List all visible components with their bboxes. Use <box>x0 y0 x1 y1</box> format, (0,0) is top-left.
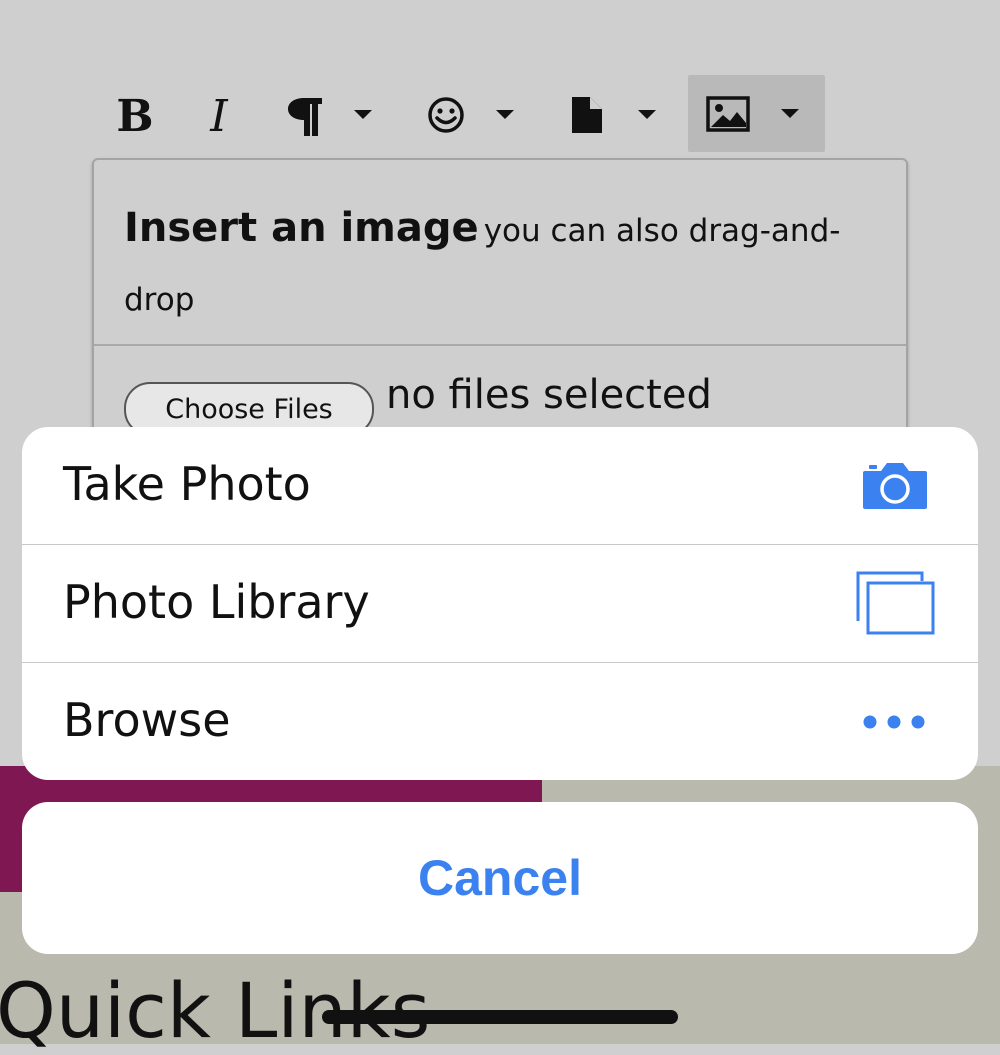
action-take-photo[interactable]: Take Photo <box>22 427 978 545</box>
dialog-title: Insert an image <box>124 205 479 251</box>
action-label: Photo Library <box>63 575 370 629</box>
cancel-label: Cancel <box>418 850 582 906</box>
action-label: Browse <box>63 693 231 747</box>
emoji-icon <box>428 97 464 133</box>
chevron-down-icon <box>354 110 372 119</box>
cancel-button[interactable]: Cancel <box>22 802 978 954</box>
home-indicator <box>322 1010 678 1024</box>
file-status-text: no files selected <box>386 372 712 418</box>
file-icon <box>572 97 602 133</box>
dialog-divider <box>94 344 906 346</box>
more-dots-icon <box>863 715 925 729</box>
action-browse[interactable]: Browse <box>22 663 978 780</box>
chevron-down-icon <box>496 110 514 119</box>
chevron-down-icon <box>781 109 799 118</box>
chevron-down-icon <box>638 110 656 119</box>
photo-library-icon <box>856 571 935 635</box>
file-button[interactable] <box>566 92 666 140</box>
paragraph-button[interactable] <box>282 92 382 140</box>
italic-button[interactable]: I <box>196 88 242 144</box>
action-label: Take Photo <box>63 457 311 511</box>
bold-button[interactable]: B <box>112 88 158 144</box>
image-icon <box>706 96 750 132</box>
image-button[interactable] <box>688 75 825 152</box>
emoji-button[interactable] <box>424 92 524 140</box>
photo-action-sheet: Take Photo Photo Library Browse <box>22 427 978 780</box>
dialog-header: Insert an image you can also drag-and-dr… <box>124 196 884 337</box>
insert-image-dialog: Insert an image you can also drag-and-dr… <box>92 158 908 462</box>
action-photo-library[interactable]: Photo Library <box>22 545 978 663</box>
paragraph-icon <box>288 98 322 136</box>
camera-icon <box>863 463 927 509</box>
editor-toolbar: B I <box>0 0 1000 160</box>
